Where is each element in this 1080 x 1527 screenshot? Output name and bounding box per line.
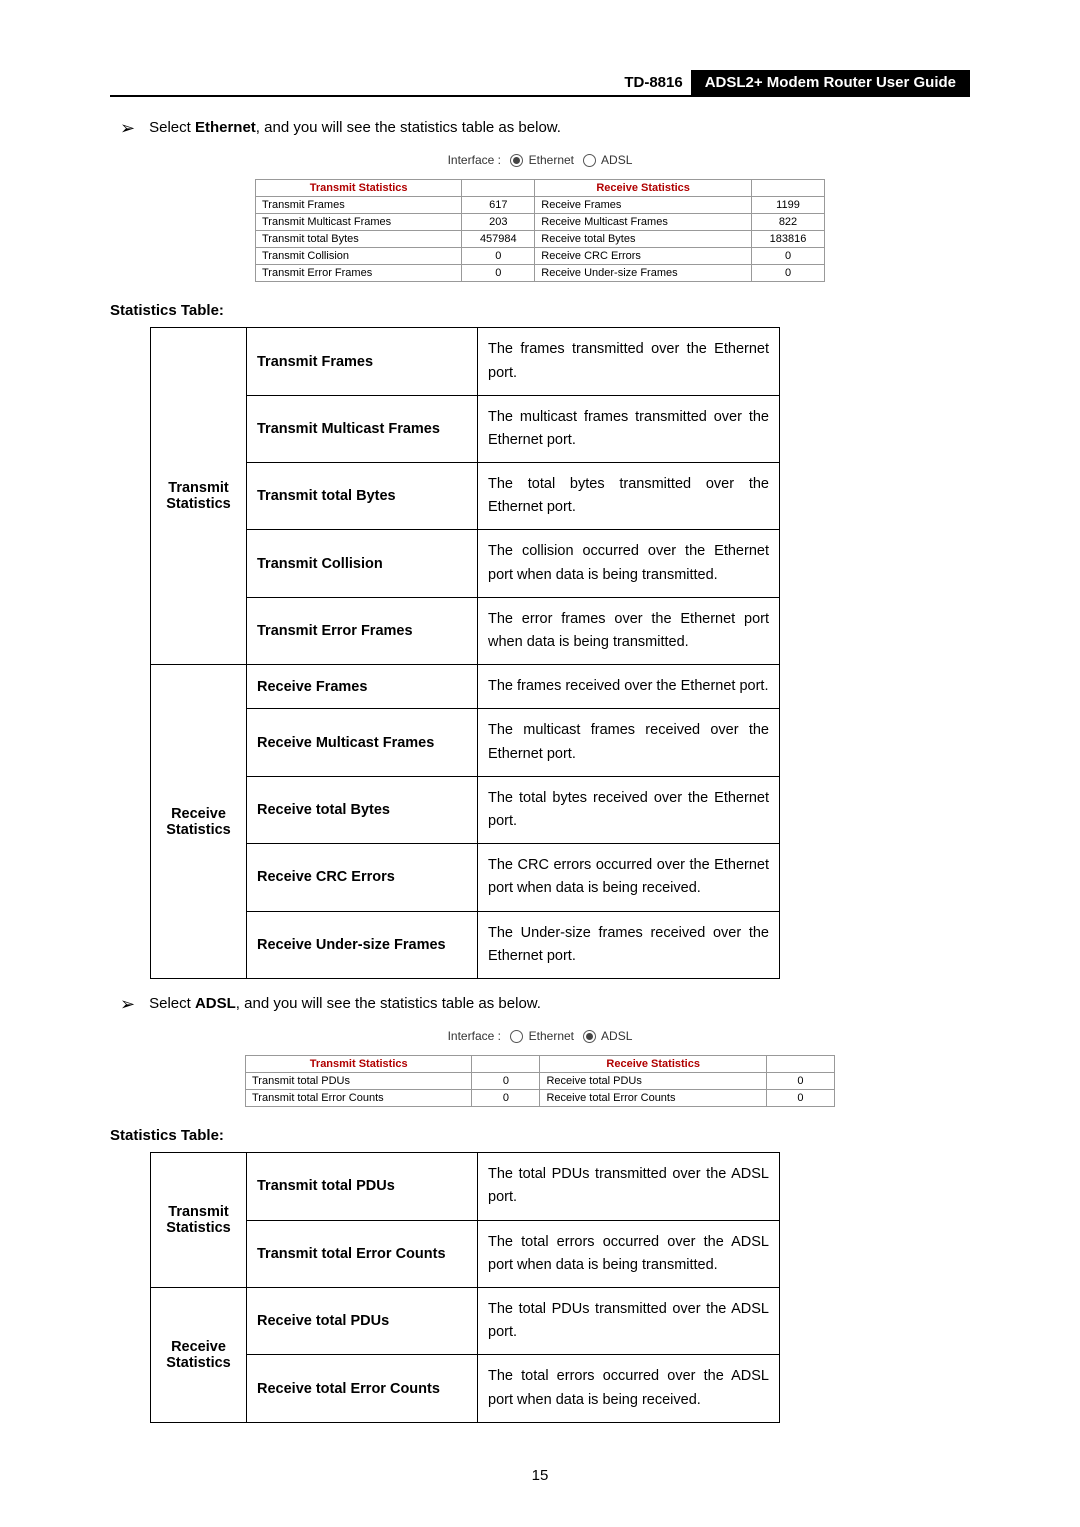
table-row: Transmit total PDUs0Receive total PDUs0	[246, 1073, 835, 1090]
tx-group-label: Transmit Statistics	[151, 328, 247, 665]
rx-stats-header: Receive Statistics	[540, 1056, 766, 1073]
tx-stats-header: Transmit Statistics	[256, 180, 462, 197]
bullet-arrow-icon: ➢	[120, 117, 135, 139]
interface-label: Interface :	[448, 1029, 501, 1043]
rx-group-label: Receive Statistics	[151, 665, 247, 979]
rx-stats-header: Receive Statistics	[535, 180, 752, 197]
interface-selector-adsl: Interface : Ethernet ADSL	[110, 1029, 970, 1043]
instruction-adsl: ➢ Select ADSL, and you will see the stat…	[120, 993, 970, 1015]
table-row: Transmit Frames617Receive Frames1199	[256, 197, 825, 214]
table-row: Transmit total Error Counts0Receive tota…	[246, 1090, 835, 1107]
instruction-ethernet: ➢ Select Ethernet, and you will see the …	[120, 117, 970, 139]
table-row: Transmit Collision0Receive CRC Errors0	[256, 248, 825, 265]
interface-selector-ethernet: Interface : Ethernet ADSL	[110, 153, 970, 167]
statistics-table-heading: Statistics Table:	[110, 1127, 970, 1144]
rx-group-label: Receive Statistics	[151, 1287, 247, 1422]
table-row: Transmit total Bytes457984Receive total …	[256, 231, 825, 248]
radio-adsl-label: ADSL	[601, 1029, 632, 1043]
table-row: Transmit Multicast Frames203Receive Mult…	[256, 214, 825, 231]
adsl-stats-table: Transmit Statistics Receive Statistics T…	[245, 1055, 835, 1107]
interface-label: Interface :	[448, 153, 501, 167]
radio-adsl[interactable]	[583, 154, 596, 167]
radio-adsl[interactable]	[583, 1030, 596, 1043]
ethernet-description-table: Transmit Statistics Transmit FramesThe f…	[150, 327, 780, 979]
guide-title: ADSL2+ Modem Router User Guide	[691, 70, 970, 95]
statistics-table-heading: Statistics Table:	[110, 302, 970, 319]
tx-group-label: Transmit Statistics	[151, 1153, 247, 1288]
page-header: TD-8816 ADSL2+ Modem Router User Guide	[110, 70, 970, 97]
adsl-description-table: Transmit Statistics Transmit total PDUsT…	[150, 1152, 780, 1423]
table-row: Transmit Error Frames0Receive Under-size…	[256, 265, 825, 282]
radio-ethernet[interactable]	[510, 1030, 523, 1043]
radio-ethernet-label: Ethernet	[529, 1029, 574, 1043]
page-number: 15	[110, 1467, 970, 1484]
model-number: TD-8816	[616, 70, 690, 95]
radio-ethernet[interactable]	[510, 154, 523, 167]
radio-adsl-label: ADSL	[601, 153, 632, 167]
tx-stats-header: Transmit Statistics	[246, 1056, 472, 1073]
radio-ethernet-label: Ethernet	[529, 153, 574, 167]
ethernet-stats-table: Transmit Statistics Receive Statistics T…	[255, 179, 825, 282]
bullet-arrow-icon: ➢	[120, 993, 135, 1015]
